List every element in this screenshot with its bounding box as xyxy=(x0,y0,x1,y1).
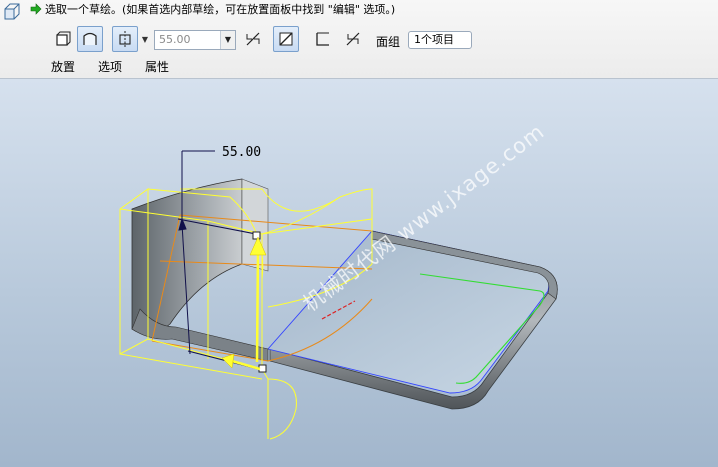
depth-value-text: 55.00 xyxy=(159,33,191,46)
flip-material-icon xyxy=(346,32,360,46)
depth-drag-handle xyxy=(252,231,261,240)
blind-depth-icon xyxy=(119,31,131,47)
solid-button[interactable] xyxy=(50,26,76,52)
surface-group-label: 面组 xyxy=(376,35,401,49)
depth-option-button[interactable] xyxy=(112,26,138,52)
tab-placement[interactable]: 放置 xyxy=(51,58,75,75)
depth-option-dropdown[interactable]: ▼ xyxy=(139,26,151,52)
solid-icon xyxy=(56,31,71,46)
surface-icon xyxy=(83,32,97,45)
flip-direction-button[interactable] xyxy=(240,26,266,52)
depth-value-input[interactable]: 55.00 ▼ xyxy=(154,30,236,50)
arrow-right-icon xyxy=(30,3,42,15)
chevron-down-icon[interactable]: ▼ xyxy=(220,31,235,49)
depth-dimension-label[interactable]: 55.00 xyxy=(222,145,261,160)
prompt-text: 选取一个草绘。(如果首选内部草绘，可在放置面板中找到 "编辑" 选项。) xyxy=(45,3,396,16)
flip-direction-icon xyxy=(246,32,260,46)
message-prompt: 选取一个草绘。(如果首选内部草绘，可在放置面板中找到 "编辑" 选项。) xyxy=(30,2,395,16)
feature-dashboard: 选取一个草绘。(如果首选内部草绘，可在放置面板中找到 "编辑" 选项。) ▼ 5… xyxy=(0,0,718,79)
flip-arrow-shaft xyxy=(231,359,261,371)
surface-button[interactable] xyxy=(77,26,103,52)
direction-arrow-shaft xyxy=(255,248,260,363)
surface-group-collector[interactable]: 1个项目 xyxy=(408,31,472,49)
wall-inner xyxy=(241,178,269,272)
extrude-feature-icon xyxy=(4,3,20,20)
tab-properties[interactable]: 属性 xyxy=(145,58,169,75)
flip-material-button[interactable] xyxy=(340,26,366,52)
tab-options[interactable]: 选项 xyxy=(98,58,122,75)
remove-material-button[interactable] xyxy=(273,26,299,52)
remove-material-icon xyxy=(279,32,293,46)
thicken-button[interactable] xyxy=(310,26,336,52)
flip-arrow-head xyxy=(221,353,235,369)
thicken-icon xyxy=(316,32,329,46)
graphics-window[interactable]: 55.00 机械时代网 www.jxage.com xyxy=(0,79,718,467)
